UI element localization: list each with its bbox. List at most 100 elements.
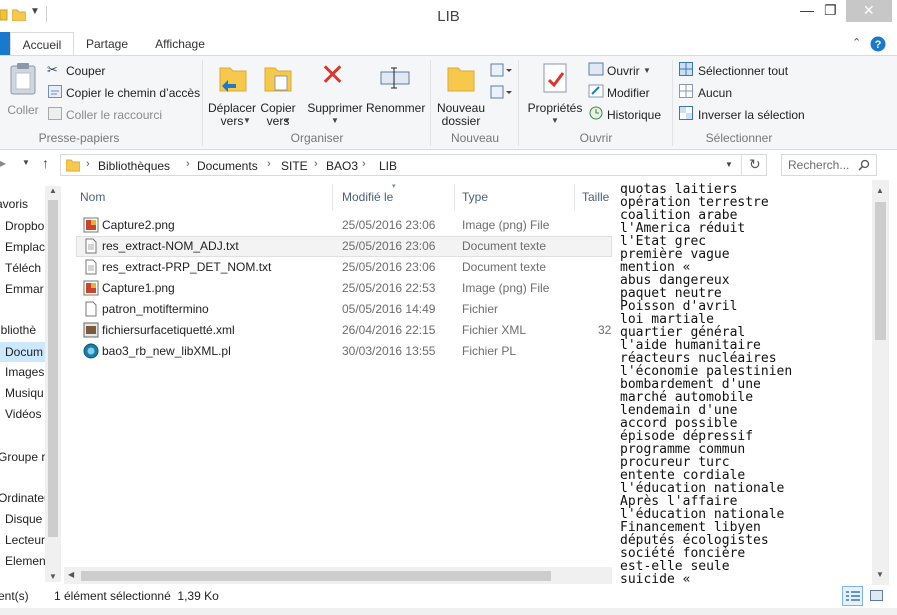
column-header-type[interactable]: Type <box>462 190 488 204</box>
help-icon[interactable]: ? <box>870 36 886 52</box>
nav-disque[interactable]: Disque <box>5 512 42 526</box>
rename-label: Renommer <box>366 101 426 115</box>
address-bar[interactable]: › Bibliothèques › Documents › SITE › BAO… <box>60 154 767 176</box>
rename-button[interactable]: Renommer <box>366 60 426 120</box>
file-row[interactable]: patron_motiftermino 05/05/2016 14:49 Fic… <box>76 299 612 320</box>
properties-label: Propriétés <box>527 101 583 115</box>
copy-path-icon <box>48 85 62 98</box>
scroll-left-icon[interactable]: ◀ <box>68 570 74 579</box>
paste-button[interactable]: Coller <box>2 62 42 118</box>
recent-locations-icon[interactable]: ▼ <box>22 158 30 167</box>
group-separator <box>672 60 673 146</box>
status-bar: ent(s) 1 élément sélectionné 1,39 Ko <box>0 585 897 608</box>
vertical-scroll-thumb[interactable] <box>875 202 886 340</box>
file-row[interactable]: bao3_rb_new_libXML.pl 30/03/2016 13:55 F… <box>76 341 612 362</box>
nav-images[interactable]: Images <box>5 365 44 379</box>
breadcrumb-bao3[interactable]: BAO3 <box>326 159 358 173</box>
invert-selection-icon <box>679 106 693 120</box>
nav-emplacements[interactable]: Emplac <box>5 240 45 254</box>
up-arrow-icon[interactable]: ↑ <box>42 155 49 171</box>
delete-x-icon: ✕ <box>320 59 346 92</box>
file-type: Document texte <box>462 239 547 253</box>
column-header-name[interactable]: Nom <box>80 190 105 204</box>
nav-elements[interactable]: Elemen <box>5 554 46 568</box>
file-modified: 25/05/2016 23:06 <box>342 239 436 253</box>
file-row-selected[interactable]: res_extract-NOM_ADJ.txt 25/05/2016 23:06… <box>76 236 612 257</box>
large-icons-view-button[interactable] <box>866 586 887 606</box>
move-to-dropdown-icon: ▼ <box>243 116 251 125</box>
properties-button[interactable]: Propriétés ▼ <box>526 60 584 130</box>
scroll-down-icon[interactable]: ▼ <box>49 572 57 581</box>
move-to-button[interactable]: Déplacer vers ▼ <box>208 60 256 130</box>
breadcrumb-lib[interactable]: LIB <box>379 159 397 173</box>
nav-videos[interactable]: Vidéos <box>5 407 41 421</box>
refresh-icon[interactable]: ↻ <box>749 156 761 173</box>
clipboard-icon <box>10 63 36 95</box>
collapse-ribbon-icon[interactable]: ⌃ <box>852 36 861 49</box>
nav-emmar[interactable]: Emmar <box>5 282 44 296</box>
file-tab[interactable] <box>0 32 10 56</box>
column-header-size[interactable]: Taille <box>582 190 609 204</box>
forward-arrow-icon[interactable]: ▸ <box>0 156 6 170</box>
history-icon <box>589 106 603 120</box>
maximize-icon[interactable]: ❐ <box>824 2 837 19</box>
window-title: LIB <box>437 8 460 25</box>
nav-favorites[interactable]: avoris <box>0 197 28 211</box>
tab-accueil[interactable]: Accueil <box>10 32 74 56</box>
nav-documents-selected[interactable]: Docum <box>0 342 45 362</box>
breadcrumb-documents[interactable]: Documents <box>197 159 258 173</box>
easy-access-button[interactable] <box>490 84 512 103</box>
select-all-label: Sélectionner tout <box>698 64 789 78</box>
address-row: ▸ ▼ ↑ › Bibliothèques › Documents › SITE… <box>0 150 897 180</box>
close-button[interactable]: ✕ <box>846 0 892 22</box>
column-divider[interactable] <box>332 184 333 210</box>
delete-label: Supprimer <box>307 101 363 115</box>
tab-affichage[interactable]: Affichage <box>142 32 218 56</box>
nav-lecteur[interactable]: Lecteur <box>5 533 45 547</box>
nav-telechargements[interactable]: Téléch <box>5 261 41 275</box>
vertical-scrollbar[interactable]: ▲ ▼ <box>872 180 889 585</box>
sort-indicator-icon: ▾ <box>392 183 396 190</box>
details-view-button[interactable] <box>842 586 863 606</box>
tab-partage[interactable]: Partage <box>76 32 138 56</box>
column-divider[interactable] <box>574 184 575 210</box>
address-dropdown-icon[interactable]: ▼ <box>725 160 733 169</box>
nav-dropbox[interactable]: Dropbo <box>5 219 44 233</box>
new-folder-button[interactable]: Nouveau dossier <box>436 60 486 130</box>
breadcrumb-site[interactable]: SITE <box>281 159 308 173</box>
nav-musique[interactable]: Musiqu <box>5 386 44 400</box>
delete-button[interactable]: ✕ Supprimer ▼ <box>306 60 364 130</box>
paste-shortcut-icon <box>48 107 62 120</box>
new-item-button[interactable] <box>490 62 512 81</box>
nav-scroll-thumb[interactable] <box>48 200 58 537</box>
file-type: Fichier XML <box>462 323 527 337</box>
file-row[interactable]: fichiersurfacetiquetté.xml 26/04/2016 22… <box>76 320 612 341</box>
new-folder-label: Nouveau dossier <box>436 101 486 128</box>
edit-label: Modifier <box>607 86 650 100</box>
horizontal-scrollbar[interactable]: ◀ <box>64 567 612 584</box>
search-box[interactable]: Recherch... <box>781 154 877 176</box>
horizontal-scroll-thumb[interactable] <box>81 571 551 581</box>
nav-bibliotheques[interactable]: ibliothè <box>0 323 36 337</box>
copy-to-button[interactable]: Copier vers ▼ <box>258 60 298 130</box>
scissors-icon: ✂ <box>47 62 58 77</box>
nav-ordinateur[interactable]: Ordinateu <box>0 491 51 505</box>
file-modified: 30/03/2016 13:55 <box>342 344 436 358</box>
column-divider[interactable] <box>454 184 455 210</box>
scroll-up-icon[interactable]: ▲ <box>49 186 57 195</box>
minimize-icon[interactable]: — <box>800 2 814 18</box>
file-size: 32 <box>598 323 612 337</box>
scroll-down-icon[interactable]: ▼ <box>876 570 884 579</box>
nav-scrollbar[interactable]: ▲ ▼ <box>45 186 61 582</box>
png-image-icon <box>83 280 99 296</box>
paste-shortcut-label: Coller le raccourci <box>66 108 163 122</box>
file-row[interactable]: res_extract-PRP_DET_NOM.txt 25/05/2016 2… <box>76 257 612 278</box>
open-group-label: Ouvrir <box>579 131 613 145</box>
file-row[interactable]: Capture1.png 25/05/2016 22:53 Image (png… <box>76 278 612 299</box>
file-row[interactable]: Capture2.png 25/05/2016 23:06 Image (png… <box>76 215 612 236</box>
scroll-up-icon[interactable]: ▲ <box>876 186 884 195</box>
select-group-label: Sélectionner <box>705 131 773 145</box>
breadcrumb-bibliotheques[interactable]: Bibliothèques <box>98 159 170 173</box>
column-header-modified[interactable]: Modifié le <box>342 190 393 204</box>
ribbon-tabs: Accueil Partage Affichage ⌃ ? <box>0 32 897 56</box>
